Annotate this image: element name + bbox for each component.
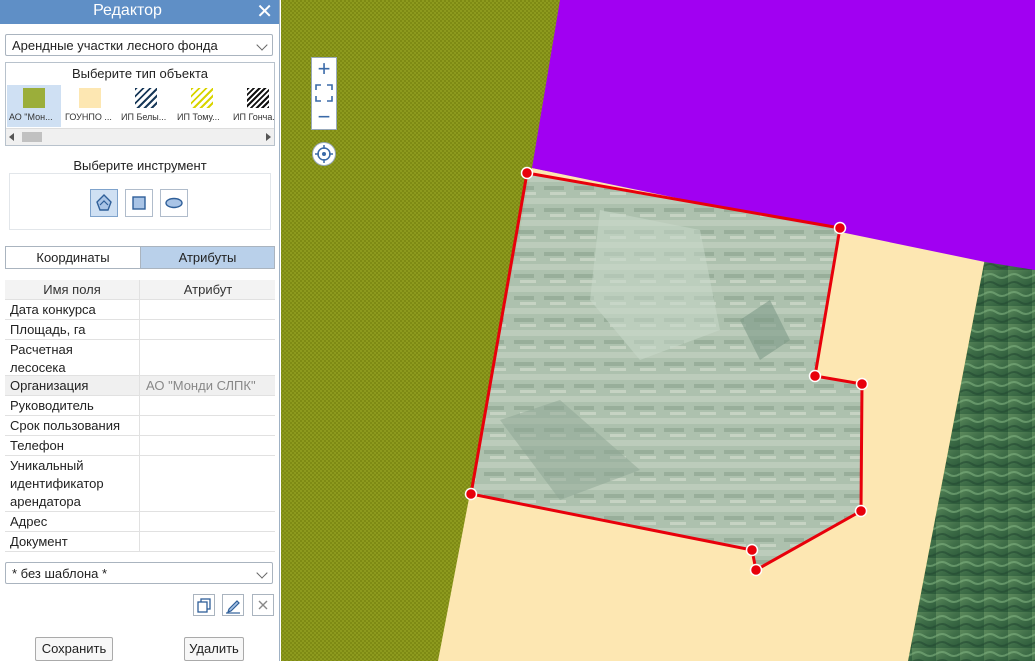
field-value[interactable] (141, 396, 275, 415)
edit-icon (226, 600, 240, 614)
hatch-yellow-swatch-icon (191, 88, 213, 108)
save-button[interactable]: Сохранить (35, 637, 113, 661)
field-value[interactable] (141, 436, 275, 455)
delete-feature-button[interactable]: Удалить (184, 637, 244, 661)
scroll-left-icon[interactable] (9, 133, 14, 141)
map-view[interactable] (281, 0, 1035, 661)
field-name: Срок пользования (5, 416, 140, 435)
panel-title: Редактор (93, 2, 162, 19)
ellipse-tool-button[interactable] (160, 189, 188, 217)
vertex-handle[interactable] (520, 166, 534, 180)
panel-tabs: Координаты Атрибуты (5, 246, 275, 269)
object-type-item[interactable]: ИП Тому... (175, 85, 229, 127)
field-name: Площадь, га (5, 320, 140, 339)
field-value[interactable] (141, 512, 275, 531)
map-canvas[interactable] (281, 0, 1035, 661)
panel-header: Редактор ✕ (0, 0, 279, 24)
hatch-navy-swatch-icon (135, 88, 157, 108)
field-value[interactable] (141, 320, 275, 339)
object-type-label: ИП Гонча... (233, 112, 275, 122)
zoom-in-icon[interactable]: + (312, 58, 336, 82)
vertex-handle[interactable] (749, 563, 763, 577)
edit-button[interactable] (222, 594, 244, 616)
rectangle-tool-icon (132, 196, 146, 210)
template-select-value: * без шаблона * (12, 566, 108, 581)
polygon-tool-button[interactable] (90, 189, 118, 217)
fit-extent-icon[interactable] (312, 82, 336, 106)
layer-select-value: Арендные участки лесного фонда (12, 38, 218, 53)
editor-panel: Редактор ✕ Арендные участки лесного фонд… (0, 0, 280, 661)
tool-title: Выберите инструмент (73, 158, 207, 173)
copy-icon (197, 598, 211, 613)
solid-olive-swatch-icon (23, 88, 45, 108)
value-column-header: Атрибут (183, 282, 233, 297)
object-type-label: АО "Мон... (9, 112, 53, 122)
table-row[interactable]: Телефон (5, 436, 275, 456)
vertex-handle[interactable] (854, 504, 868, 518)
field-value[interactable]: АО "Монди СЛПК" (141, 376, 275, 395)
vertex-handle[interactable] (464, 487, 478, 501)
locate-icon[interactable] (312, 142, 336, 166)
layer-select[interactable]: Арендные участки лесного фонда (5, 34, 273, 56)
field-value[interactable] (141, 300, 275, 319)
template-select[interactable]: * без шаблона * (5, 562, 273, 584)
chevron-down-icon (256, 39, 268, 51)
hatch-black-swatch-icon (247, 88, 269, 108)
field-name: Расчетная лесосека (5, 340, 140, 375)
tab-attributes[interactable]: Атрибуты (141, 247, 274, 268)
vertex-handle[interactable] (833, 221, 847, 235)
object-type-item[interactable]: ИП Белы... (119, 85, 173, 127)
table-header: Имя поля Атрибут (5, 280, 275, 300)
rectangle-tool-button[interactable] (125, 189, 153, 217)
zoom-out-icon[interactable]: − (312, 106, 336, 130)
delete-icon (258, 600, 268, 610)
table-row[interactable]: Срок пользования (5, 416, 275, 436)
object-type-label: ИП Белы... (121, 112, 167, 122)
field-name: Дата конкурса (5, 300, 140, 319)
chevron-down-icon (256, 567, 268, 579)
table-row[interactable]: Уникальный идентификатор арендатора (5, 456, 275, 512)
object-type-label: ГОУНПО ... (65, 112, 112, 122)
table-row[interactable]: Дата конкурса (5, 300, 275, 320)
object-type-item[interactable]: ГОУНПО ... (63, 85, 117, 127)
delete-button[interactable] (252, 594, 274, 616)
object-type-item[interactable]: АО "Мон... (7, 85, 61, 127)
vertex-handle[interactable] (808, 369, 822, 383)
object-type-picker: Выберите тип объекта АО "Мон... ГОУНПО .… (5, 62, 275, 146)
object-type-item[interactable]: ИП Гонча... (231, 85, 275, 127)
scroll-thumb[interactable] (22, 132, 42, 142)
field-value[interactable] (141, 456, 275, 511)
vertex-handle[interactable] (855, 377, 869, 391)
vertex-handle[interactable] (745, 543, 759, 557)
ellipse-tool-icon (165, 197, 183, 209)
table-row[interactable]: Документ (5, 532, 275, 552)
table-row[interactable]: Адрес (5, 512, 275, 532)
table-row[interactable]: Площадь, га (5, 320, 275, 340)
field-name: Адрес (5, 512, 140, 531)
field-name: Уникальный идентификатор арендатора (5, 456, 140, 511)
tab-coordinates[interactable]: Координаты (6, 247, 141, 268)
polygon-tool-icon (96, 194, 112, 211)
field-name: Руководитель (5, 396, 140, 415)
table-row[interactable]: Руководитель (5, 396, 275, 416)
field-value[interactable] (141, 340, 275, 375)
horizontal-scrollbar[interactable] (6, 128, 274, 145)
object-type-label: ИП Тому... (177, 112, 220, 122)
field-column-header: Имя поля (5, 280, 140, 299)
field-name: Организация (5, 376, 140, 395)
field-name: Документ (5, 532, 140, 551)
object-type-title: Выберите тип объекта (71, 66, 209, 81)
solid-cream-swatch-icon (79, 88, 101, 108)
table-row[interactable]: Расчетная лесосека (5, 340, 275, 376)
field-name: Телефон (5, 436, 140, 455)
copy-button[interactable] (193, 594, 215, 616)
field-value[interactable] (141, 416, 275, 435)
close-icon[interactable]: ✕ (256, 0, 273, 24)
zoom-control: + − (311, 57, 337, 130)
scroll-right-icon[interactable] (266, 133, 271, 141)
table-row[interactable]: Организация АО "Монди СЛПК" (5, 376, 275, 396)
field-value[interactable] (141, 532, 275, 551)
